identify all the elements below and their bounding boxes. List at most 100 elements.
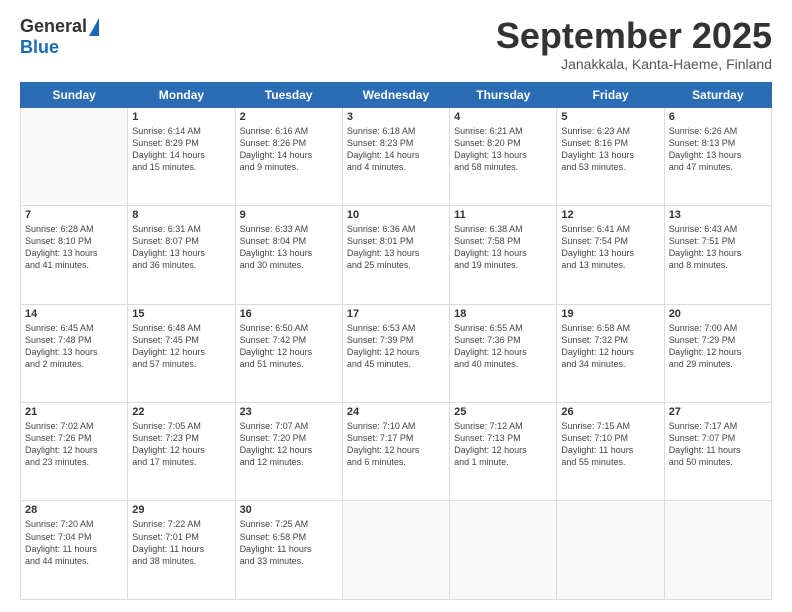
cell-info: Sunrise: 7:05 AM Sunset: 7:23 PM Dayligh…	[132, 420, 230, 469]
table-row: 5Sunrise: 6:23 AM Sunset: 8:16 PM Daylig…	[557, 107, 664, 205]
day-number: 3	[347, 111, 445, 123]
day-number: 28	[25, 504, 123, 516]
col-saturday: Saturday	[664, 82, 771, 107]
cell-info: Sunrise: 6:48 AM Sunset: 7:45 PM Dayligh…	[132, 322, 230, 371]
day-number: 25	[454, 406, 552, 418]
day-number: 13	[669, 209, 767, 221]
table-row: 10 Sunrise: 6:36 AM Sunset: 8:01 PM Dayli…	[342, 206, 449, 304]
day-number: 11	[454, 209, 552, 221]
cell-info: Sunrise: 6:41 AM Sunset: 7:54 PM Dayligh…	[561, 223, 659, 272]
table-row	[21, 107, 128, 205]
cell-info: Sunrise: 6:50 AM Sunset: 7:42 PM Dayligh…	[240, 322, 338, 371]
cell-info: Sunrise: 6:55 AM Sunset: 7:36 PM Dayligh…	[454, 322, 552, 371]
table-row: 28 Sunrise: 7:20 AM Sunset: 7:04 PM Dayli…	[21, 501, 128, 600]
table-row: 27Sunrise: 7:17 AM Sunset: 7:07 PM Dayli…	[664, 403, 771, 501]
table-row: 12 Sunrise: 6:41 AM Sunset: 7:54 PM Dayli…	[557, 206, 664, 304]
cell-info: Sunrise: 7:02 AM Sunset: 7:26 PM Dayligh…	[25, 420, 123, 469]
day-number: 15	[132, 308, 230, 320]
calendar-week-row: 14 Sunrise: 6:45 AM Sunset: 7:48 PM Dayli…	[21, 304, 772, 402]
month-title: September 2025	[496, 16, 772, 56]
table-row: 6 Sunrise: 6:26 AM Sunset: 8:13 PM Daylig…	[664, 107, 771, 205]
table-row: 22 Sunrise: 7:05 AM Sunset: 7:23 PM Dayli…	[128, 403, 235, 501]
table-row: 19 Sunrise: 6:58 AM Sunset: 7:32 PM Dayli…	[557, 304, 664, 402]
logo-triangle-icon	[89, 18, 99, 36]
day-number: 22	[132, 406, 230, 418]
calendar-week-row: 28 Sunrise: 7:20 AM Sunset: 7:04 PM Dayli…	[21, 501, 772, 600]
cell-info: Sunrise: 7:22 AM Sunset: 7:01 PM Dayligh…	[132, 518, 230, 567]
header: General Blue September 2025 Janakkala, K…	[20, 16, 772, 72]
day-number: 21	[25, 406, 123, 418]
cell-info: Sunrise: 6:21 AM Sunset: 8:20 PM Dayligh…	[454, 125, 552, 174]
table-row: 2 Sunrise: 6:16 AM Sunset: 8:26 PM Daylig…	[235, 107, 342, 205]
day-number: 16	[240, 308, 338, 320]
table-row: 1Sunrise: 6:14 AM Sunset: 8:29 PM Daylig…	[128, 107, 235, 205]
table-row: 24Sunrise: 7:10 AM Sunset: 7:17 PM Dayli…	[342, 403, 449, 501]
calendar-table: Sunday Monday Tuesday Wednesday Thursday…	[20, 82, 772, 600]
day-number: 18	[454, 308, 552, 320]
day-number: 12	[561, 209, 659, 221]
table-row: 18 Sunrise: 6:55 AM Sunset: 7:36 PM Dayli…	[450, 304, 557, 402]
table-row: 21 Sunrise: 7:02 AM Sunset: 7:26 PM Dayli…	[21, 403, 128, 501]
cell-info: Sunrise: 7:12 AM Sunset: 7:13 PM Dayligh…	[454, 420, 552, 469]
cell-info: Sunrise: 6:14 AM Sunset: 8:29 PM Dayligh…	[132, 125, 230, 174]
table-row: 7 Sunrise: 6:28 AM Sunset: 8:10 PM Daylig…	[21, 206, 128, 304]
day-number: 4	[454, 111, 552, 123]
col-tuesday: Tuesday	[235, 82, 342, 107]
table-row: 17 Sunrise: 6:53 AM Sunset: 7:39 PM Dayli…	[342, 304, 449, 402]
logo: General Blue	[20, 16, 99, 58]
cell-info: Sunrise: 7:20 AM Sunset: 7:04 PM Dayligh…	[25, 518, 123, 567]
day-number: 26	[561, 406, 659, 418]
table-row: 4 Sunrise: 6:21 AM Sunset: 8:20 PM Daylig…	[450, 107, 557, 205]
calendar-header-row: Sunday Monday Tuesday Wednesday Thursday…	[21, 82, 772, 107]
table-row: 29 Sunrise: 7:22 AM Sunset: 7:01 PM Dayli…	[128, 501, 235, 600]
cell-info: Sunrise: 7:07 AM Sunset: 7:20 PM Dayligh…	[240, 420, 338, 469]
table-row: 16 Sunrise: 6:50 AM Sunset: 7:42 PM Dayli…	[235, 304, 342, 402]
cell-info: Sunrise: 7:00 AM Sunset: 7:29 PM Dayligh…	[669, 322, 767, 371]
day-number: 24	[347, 406, 445, 418]
table-row: 11 Sunrise: 6:38 AM Sunset: 7:58 PM Dayli…	[450, 206, 557, 304]
day-number: 6	[669, 111, 767, 123]
calendar-week-row: 21 Sunrise: 7:02 AM Sunset: 7:26 PM Dayli…	[21, 403, 772, 501]
calendar-week-row: 1Sunrise: 6:14 AM Sunset: 8:29 PM Daylig…	[21, 107, 772, 205]
title-block: September 2025 Janakkala, Kanta-Haeme, F…	[496, 16, 772, 72]
day-number: 7	[25, 209, 123, 221]
table-row	[664, 501, 771, 600]
table-row	[342, 501, 449, 600]
day-number: 20	[669, 308, 767, 320]
cell-info: Sunrise: 7:25 AM Sunset: 6:58 PM Dayligh…	[240, 518, 338, 567]
day-number: 27	[669, 406, 767, 418]
col-wednesday: Wednesday	[342, 82, 449, 107]
page: General Blue September 2025 Janakkala, K…	[0, 0, 792, 612]
day-number: 8	[132, 209, 230, 221]
cell-info: Sunrise: 6:45 AM Sunset: 7:48 PM Dayligh…	[25, 322, 123, 371]
day-number: 19	[561, 308, 659, 320]
day-number: 17	[347, 308, 445, 320]
cell-info: Sunrise: 6:31 AM Sunset: 8:07 PM Dayligh…	[132, 223, 230, 272]
table-row: 3Sunrise: 6:18 AM Sunset: 8:23 PM Daylig…	[342, 107, 449, 205]
cell-info: Sunrise: 6:36 AM Sunset: 8:01 PM Dayligh…	[347, 223, 445, 272]
day-number: 5	[561, 111, 659, 123]
day-number: 30	[240, 504, 338, 516]
cell-info: Sunrise: 6:28 AM Sunset: 8:10 PM Dayligh…	[25, 223, 123, 272]
day-number: 14	[25, 308, 123, 320]
cell-info: Sunrise: 6:16 AM Sunset: 8:26 PM Dayligh…	[240, 125, 338, 174]
table-row: 14 Sunrise: 6:45 AM Sunset: 7:48 PM Dayli…	[21, 304, 128, 402]
day-number: 29	[132, 504, 230, 516]
table-row: 15 Sunrise: 6:48 AM Sunset: 7:45 PM Dayli…	[128, 304, 235, 402]
logo-general-text: General	[20, 16, 87, 37]
day-number: 10	[347, 209, 445, 221]
table-row: 26 Sunrise: 7:15 AM Sunset: 7:10 PM Dayli…	[557, 403, 664, 501]
cell-info: Sunrise: 6:38 AM Sunset: 7:58 PM Dayligh…	[454, 223, 552, 272]
logo-blue-text: Blue	[20, 37, 59, 58]
cell-info: Sunrise: 7:15 AM Sunset: 7:10 PM Dayligh…	[561, 420, 659, 469]
table-row: 13Sunrise: 6:43 AM Sunset: 7:51 PM Dayli…	[664, 206, 771, 304]
cell-info: Sunrise: 6:58 AM Sunset: 7:32 PM Dayligh…	[561, 322, 659, 371]
day-number: 23	[240, 406, 338, 418]
cell-info: Sunrise: 6:26 AM Sunset: 8:13 PM Dayligh…	[669, 125, 767, 174]
day-number: 2	[240, 111, 338, 123]
table-row: 25 Sunrise: 7:12 AM Sunset: 7:13 PM Dayli…	[450, 403, 557, 501]
col-sunday: Sunday	[21, 82, 128, 107]
table-row	[450, 501, 557, 600]
table-row: 23 Sunrise: 7:07 AM Sunset: 7:20 PM Dayli…	[235, 403, 342, 501]
cell-info: Sunrise: 6:53 AM Sunset: 7:39 PM Dayligh…	[347, 322, 445, 371]
